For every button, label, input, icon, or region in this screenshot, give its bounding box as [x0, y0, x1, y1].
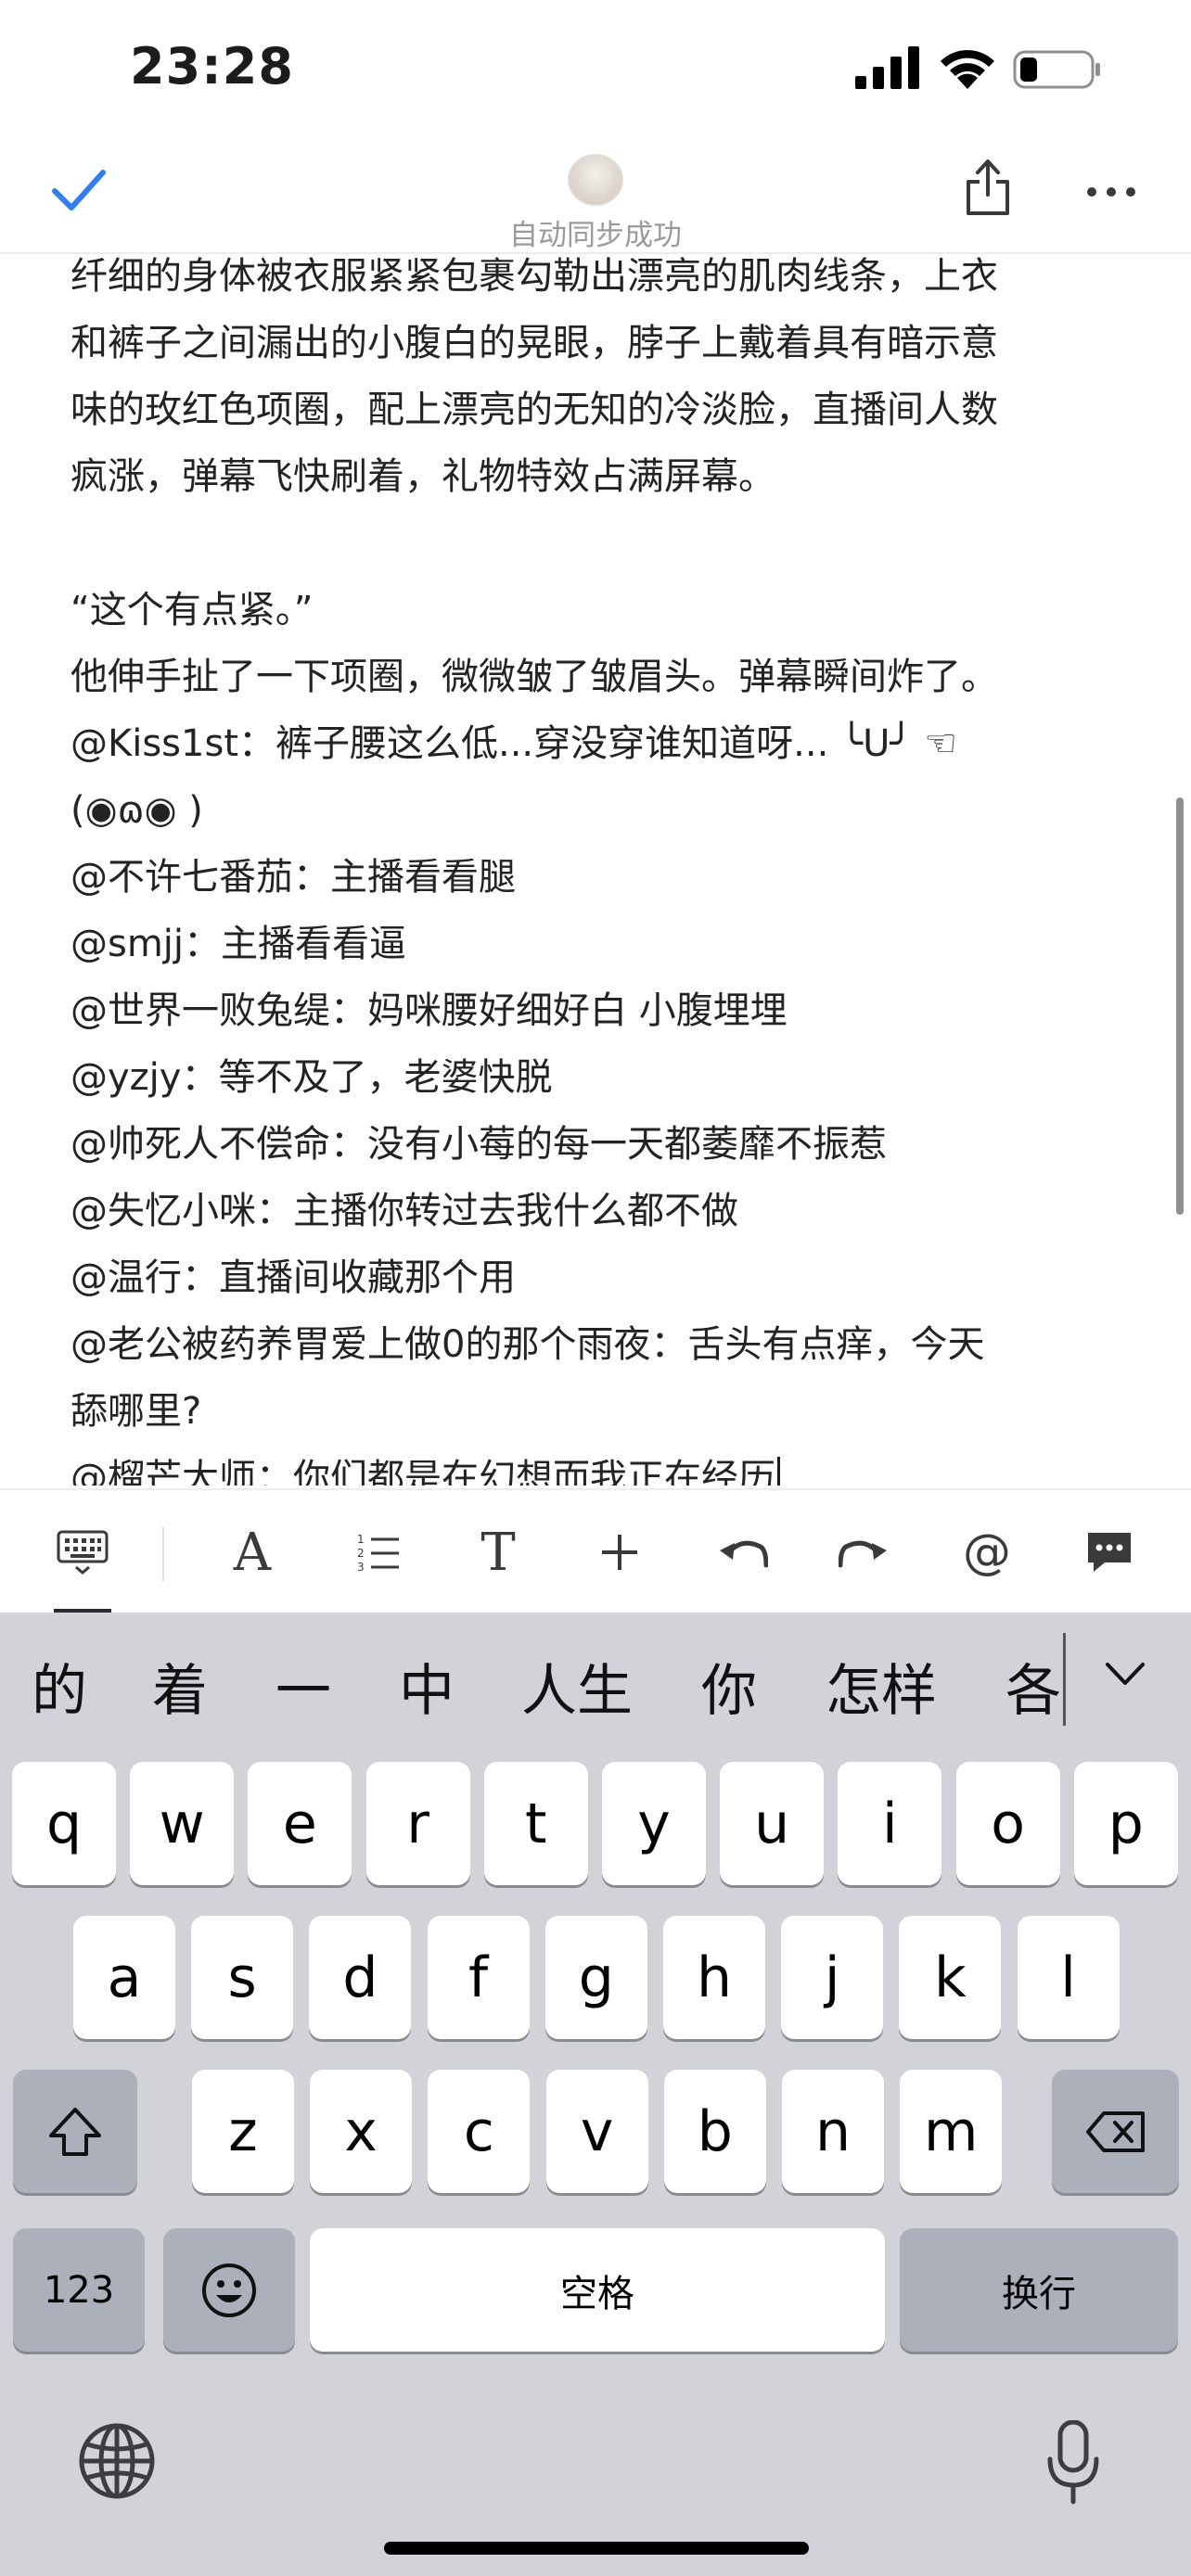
- text-caret: [777, 1457, 780, 1486]
- text-line: 疯涨，弹幕飞快刷着，礼物特效占满屏幕。: [70, 455, 775, 498]
- text-line: 味的玫红色项圈，配上漂亮的无知的冷淡脸，直播间人数: [70, 389, 998, 431]
- globe-icon[interactable]: [78, 2422, 156, 2500]
- key-a[interactable]: a: [73, 1916, 175, 2039]
- candidate-word[interactable]: 你: [701, 1646, 757, 1727]
- key-l[interactable]: l: [1017, 1916, 1120, 2039]
- keyboard-icon[interactable]: [46, 1490, 119, 1614]
- text-line: 和裤子之间漏出的小腹白的晃眼，脖子上戴着具有暗示意: [70, 322, 998, 364]
- numbers-key[interactable]: 123: [13, 2228, 145, 2352]
- numbered-list-icon[interactable]: 1 2 3: [341, 1490, 416, 1614]
- font-icon[interactable]: A: [215, 1490, 289, 1614]
- document-editor[interactable]: 纤细的身体被衣服紧紧包裹勾勒出漂亮的肌肉线条，上衣 和裤子之间漏出的小腹白的晃眼，…: [70, 243, 1119, 1486]
- key-c[interactable]: c: [428, 2070, 531, 2193]
- key-m[interactable]: m: [900, 2070, 1003, 2193]
- key-v[interactable]: v: [545, 2070, 648, 2193]
- key-w[interactable]: w: [130, 1762, 235, 1885]
- battery-icon: [1013, 50, 1100, 89]
- navigation-bar: 自动同步成功: [0, 139, 1191, 254]
- text-style-glyph: T: [480, 1522, 516, 1583]
- text-line: @Kiss1st：裤子腰这么低...穿没穿谁知道呀... ╰U╯ ☜: [70, 722, 958, 765]
- candidate-word[interactable]: 人生: [521, 1646, 633, 1727]
- keyboard: 的着一中人生你怎样各 123 空格 换行 qwertyuiop asdfghjkl…: [0, 1613, 1191, 2576]
- candidate-word[interactable]: 一: [275, 1646, 331, 1727]
- share-icon[interactable]: [965, 158, 1011, 217]
- key-y[interactable]: y: [602, 1762, 706, 1885]
- scrollbar[interactable]: [1176, 797, 1184, 1215]
- mention-icon[interactable]: @: [950, 1490, 1024, 1614]
- key-u[interactable]: u: [720, 1762, 825, 1885]
- text-line: @yzjy：等不及了，老婆快脱: [70, 1056, 553, 1099]
- candidate-word[interactable]: 怎样: [826, 1646, 937, 1727]
- key-p[interactable]: p: [1073, 1762, 1178, 1885]
- text-line: 舔哪里?: [70, 1390, 202, 1433]
- toolbar-divider: [162, 1527, 164, 1581]
- text-line: (◉ɷ◉ ): [70, 789, 203, 832]
- shift-key[interactable]: [13, 2070, 137, 2193]
- key-z[interactable]: z: [192, 2070, 294, 2193]
- key-g[interactable]: g: [544, 1916, 647, 2039]
- text-line: @smjj：主播看看逼: [70, 923, 407, 965]
- text-line: @温行：直播间收藏那个用: [70, 1256, 516, 1299]
- text-line: @帅死人不偿命：没有小莓的每一天都萎靡不振惹: [70, 1123, 887, 1166]
- avatar[interactable]: [568, 154, 623, 206]
- text-line: 纤细的身体被衣服紧紧包裹勾勒出漂亮的肌肉线条，上衣: [70, 255, 998, 298]
- candidate-word[interactable]: 各: [1005, 1646, 1061, 1727]
- redo-icon[interactable]: [827, 1490, 902, 1614]
- svg-text:1: 1: [357, 1533, 365, 1546]
- svg-text:3: 3: [357, 1561, 365, 1574]
- done-checkmark-icon[interactable]: [51, 167, 107, 213]
- text-line: @老公被药养胃爱上做0的那个雨夜：舌头有点痒，今天: [70, 1323, 985, 1366]
- status-bar: 23:28: [0, 0, 1191, 139]
- emoji-key[interactable]: [163, 2228, 295, 2352]
- text-line: [70, 510, 1119, 577]
- key-h[interactable]: h: [663, 1916, 765, 2039]
- backspace-key[interactable]: [1052, 2070, 1179, 2193]
- space-key[interactable]: 空格: [310, 2228, 885, 2352]
- key-e[interactable]: e: [248, 1762, 352, 1885]
- cellular-signal-icon: [855, 46, 919, 89]
- key-b[interactable]: b: [663, 2070, 766, 2193]
- text-line: @世界一败兔缇：妈咪腰好细好白 小腹埋埋: [70, 989, 788, 1032]
- key-k[interactable]: k: [899, 1916, 1002, 2039]
- key-r[interactable]: r: [365, 1762, 470, 1885]
- key-d[interactable]: d: [309, 1916, 412, 2039]
- svg-text:2: 2: [357, 1547, 365, 1560]
- candidate-scroll-divider: [1063, 1633, 1066, 1726]
- candidate-bar: 的着一中人生你怎样各: [0, 1613, 1191, 1742]
- text-line: @不许七番茄：主播看看腿: [70, 856, 516, 899]
- key-j[interactable]: j: [781, 1916, 884, 2039]
- insert-icon[interactable]: [583, 1490, 657, 1614]
- text-line: @榴芒大师：你们都是在幻想而我正在经历: [70, 1445, 1119, 1486]
- more-icon[interactable]: [1085, 185, 1137, 198]
- candidate-word[interactable]: 着: [152, 1646, 208, 1727]
- format-toolbar: A 1 2 3 T @: [0, 1488, 1191, 1614]
- key-q[interactable]: q: [12, 1762, 116, 1885]
- text-line: 他伸手扯了一下项圈，微微皱了皱眉头。弹幕瞬间炸了。: [70, 656, 998, 698]
- font-glyph: A: [233, 1522, 272, 1583]
- candidate-word[interactable]: 中: [399, 1646, 455, 1727]
- status-time: 23:28: [130, 37, 294, 96]
- microphone-icon[interactable]: [1046, 2420, 1100, 2506]
- key-t[interactable]: t: [483, 1762, 588, 1885]
- chevron-down-icon[interactable]: [1102, 1655, 1148, 1692]
- key-i[interactable]: i: [838, 1762, 942, 1885]
- home-indicator: [384, 2542, 809, 2555]
- undo-icon[interactable]: [705, 1490, 779, 1614]
- mention-glyph: @: [963, 1524, 1011, 1580]
- wifi-icon: [941, 49, 994, 89]
- candidate-word[interactable]: 的: [32, 1646, 87, 1727]
- key-x[interactable]: x: [310, 2070, 413, 2193]
- text-style-icon[interactable]: T: [461, 1490, 535, 1614]
- text-line: @失忆小咪：主播你转过去我什么都不做: [70, 1190, 738, 1232]
- key-o[interactable]: o: [955, 1762, 1060, 1885]
- text-line: “这个有点紧。”: [70, 589, 314, 631]
- key-n[interactable]: n: [782, 2070, 884, 2193]
- return-key[interactable]: 换行: [900, 2228, 1178, 2352]
- comment-icon[interactable]: [1072, 1490, 1146, 1614]
- key-f[interactable]: f: [427, 1916, 530, 2039]
- key-s[interactable]: s: [191, 1916, 294, 2039]
